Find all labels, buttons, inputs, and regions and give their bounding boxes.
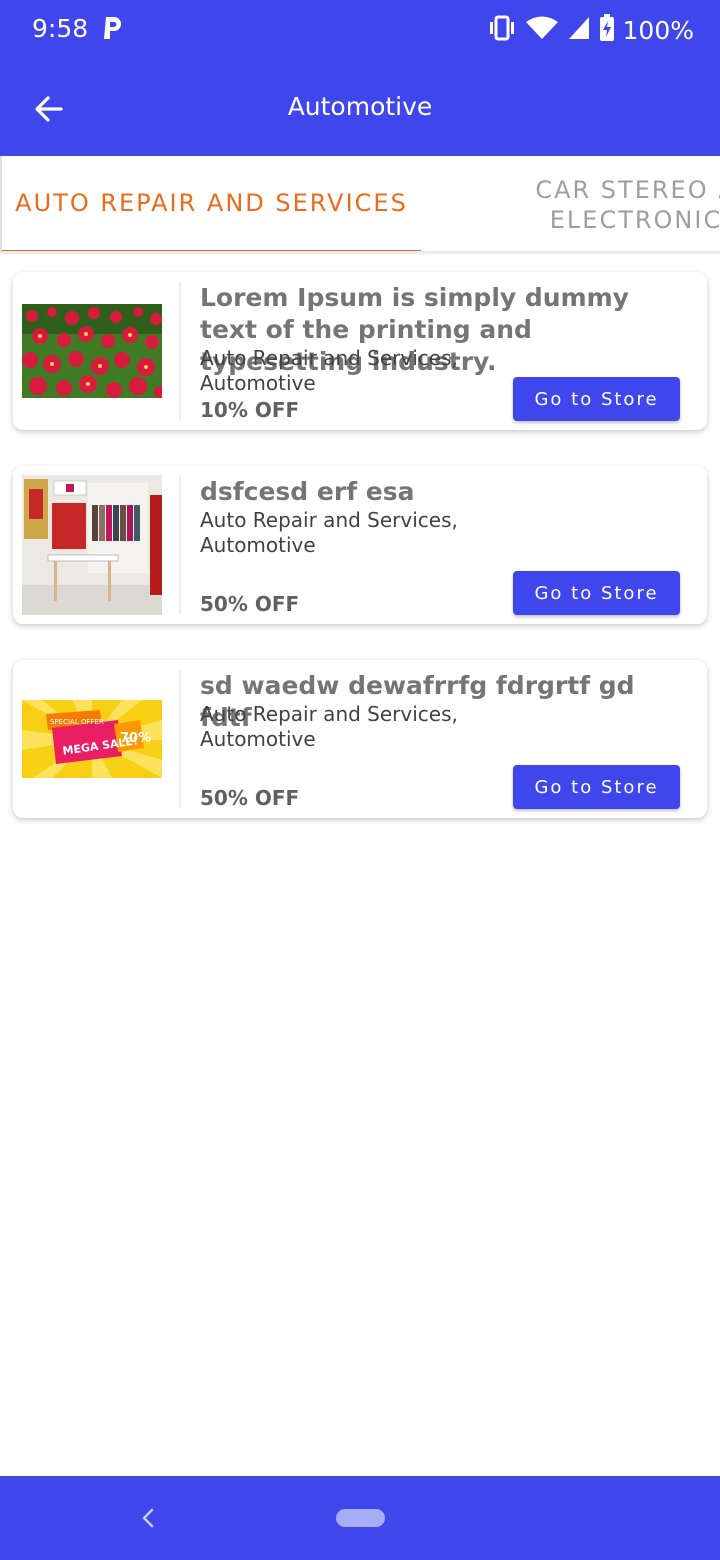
- offer-category: Auto Repair and Services, Automotive: [200, 346, 458, 395]
- status-time: 9:58: [32, 14, 89, 43]
- wifi-icon: [525, 15, 559, 46]
- go-to-store-button[interactable]: Go to Store: [513, 571, 680, 615]
- divider: [179, 282, 181, 420]
- status-bar: 9:58 100%: [0, 0, 720, 60]
- offer-card[interactable]: dsfcesd erf esa Auto Repair and Services…: [13, 466, 707, 624]
- offer-discount: 50% OFF: [200, 592, 300, 616]
- page-title: Automotive: [287, 92, 433, 121]
- status-icons: 100%: [487, 14, 694, 47]
- mega-sale-banner-image: SPECIAL OFFER MEGA SALE! 70%: [22, 700, 162, 778]
- battery-charging-icon: [599, 14, 615, 47]
- go-to-store-button[interactable]: Go to Store: [513, 765, 680, 809]
- offer-card[interactable]: Lorem Ipsum is simply dummy text of the …: [13, 272, 707, 430]
- tab-label: AUTO REPAIR AND SERVICES: [15, 189, 408, 217]
- divider: [179, 476, 181, 614]
- tab-label: CAR STEREO A ELECTRONIC: [535, 176, 720, 234]
- go-to-store-button[interactable]: Go to Store: [513, 377, 680, 421]
- offer-category: Auto Repair and Services, Automotive: [200, 508, 458, 557]
- offer-card[interactable]: SPECIAL OFFER MEGA SALE! 70% sd waedw de…: [13, 660, 707, 818]
- nav-back-button[interactable]: [130, 1500, 166, 1536]
- tab-car-stereo[interactable]: CAR STEREO A ELECTRONIC: [506, 156, 720, 251]
- offer-discount: 10% OFF: [200, 398, 300, 422]
- system-nav-bar: [0, 1476, 720, 1560]
- battery-percent: 100%: [622, 16, 694, 45]
- nav-back-icon: [142, 1508, 154, 1528]
- tab-auto-repair[interactable]: AUTO REPAIR AND SERVICES: [0, 156, 421, 251]
- offer-title: dsfcesd erf esa: [200, 477, 415, 506]
- red-flowers-image: [22, 304, 162, 398]
- divider: [179, 670, 181, 808]
- home-pill-icon[interactable]: [336, 1509, 385, 1527]
- offer-category: Auto Repair and Services, Automotive: [200, 702, 458, 751]
- app-bar: Automotive: [0, 60, 720, 156]
- clothing-store-image: [22, 475, 162, 615]
- parking-icon: [100, 14, 124, 42]
- category-tabs: AUTO REPAIR AND SERVICES CAR STEREO A EL…: [0, 156, 720, 254]
- banner-percent: 70%: [120, 731, 151, 746]
- banner-tag: SPECIAL OFFER: [50, 718, 104, 726]
- offer-discount: 50% OFF: [200, 786, 300, 810]
- vibrate-icon: [487, 15, 517, 46]
- signal-icon: [567, 15, 591, 46]
